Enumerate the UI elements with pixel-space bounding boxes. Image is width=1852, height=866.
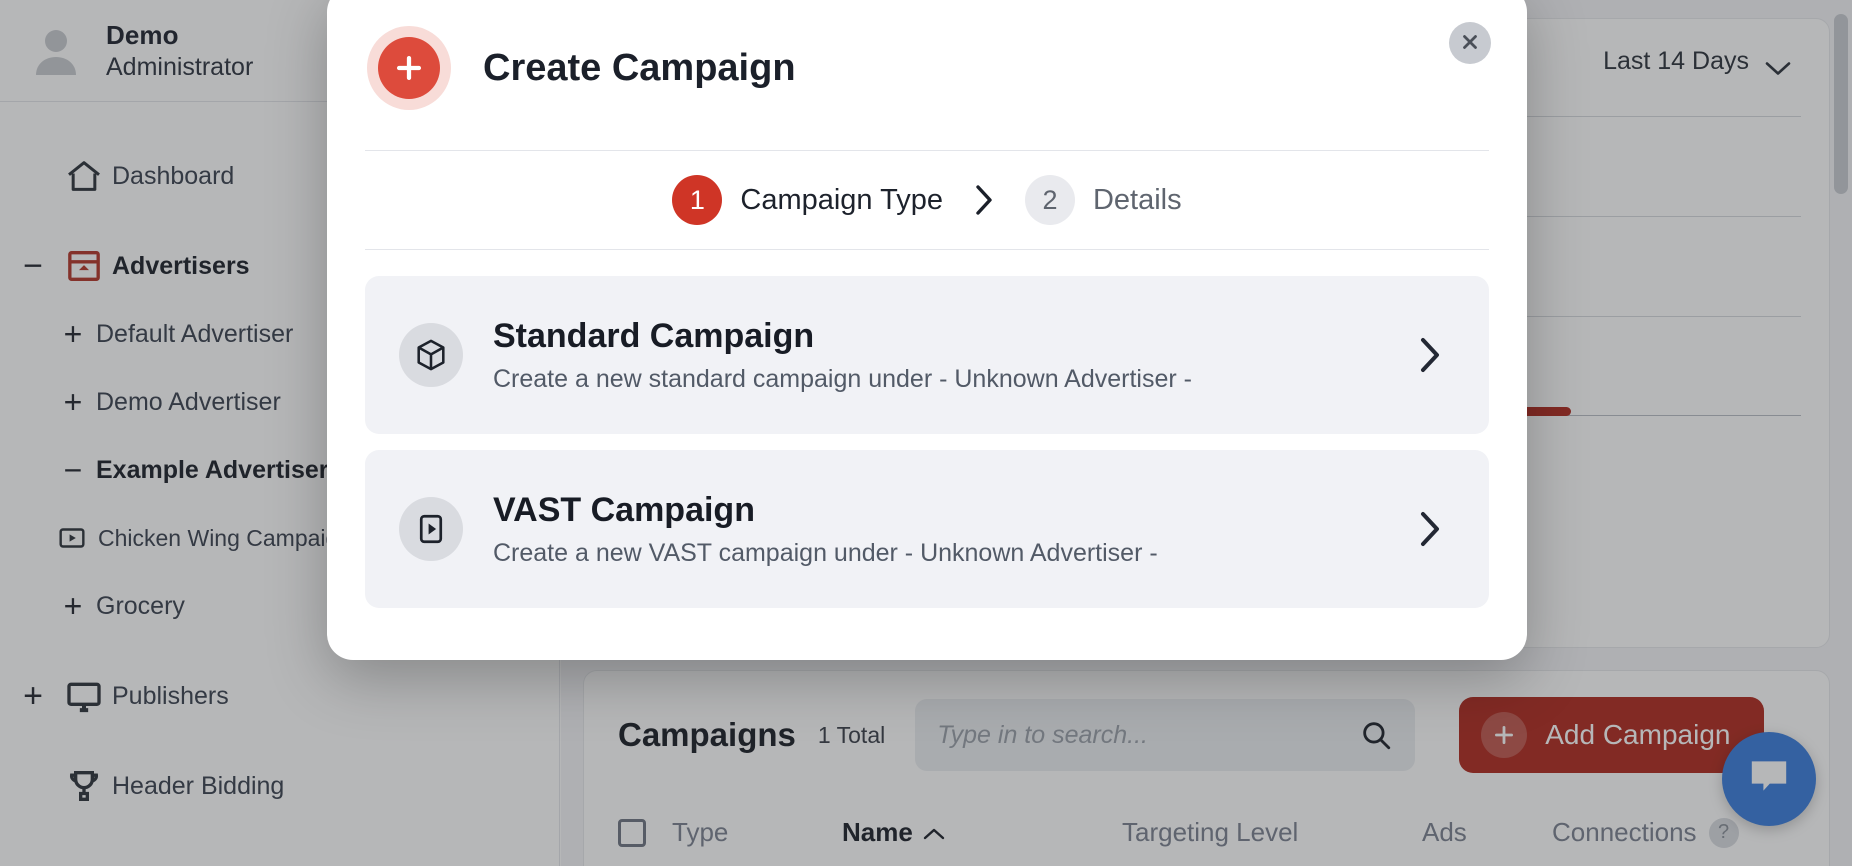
plus-icon [378,37,440,99]
option-subtitle: Create a new standard campaign under - U… [493,364,1192,393]
option-text: Standard Campaign Create a new standard … [493,317,1413,394]
option-vast-campaign[interactable]: VAST Campaign Create a new VAST campaign… [365,450,1489,608]
option-title: Standard Campaign [493,316,815,355]
cube-icon [399,323,463,387]
close-icon [1459,31,1481,56]
step-campaign-type[interactable]: 1 Campaign Type [672,175,943,225]
modal-header: Create Campaign [365,0,1489,150]
app-root: Demo Administrator Dashboard − Advertise… [0,0,1852,866]
close-button[interactable] [1449,22,1491,64]
option-subtitle: Create a new VAST campaign under - Unkno… [493,538,1158,567]
step-label: Details [1092,183,1182,216]
chevron-right-icon [1413,335,1447,375]
chevron-right-icon [973,183,995,217]
modal-title: Create Campaign [483,46,796,89]
option-standard-campaign[interactable]: Standard Campaign Create a new standard … [365,276,1489,434]
option-title: VAST Campaign [493,490,755,529]
step-label: Campaign Type [740,183,943,216]
step-number: 1 [672,175,723,225]
step-number: 2 [1024,175,1075,225]
campaign-type-options: Standard Campaign Create a new standard … [365,250,1489,608]
plus-circle-icon [367,26,451,110]
chevron-right-icon [1413,509,1447,549]
video-play-icon [399,497,463,561]
step-indicator: 1 Campaign Type 2 Details [365,151,1489,249]
option-text: VAST Campaign Create a new VAST campaign… [493,491,1413,568]
create-campaign-modal: Create Campaign 1 Campaign Type 2 Detail… [327,0,1527,660]
step-details[interactable]: 2 Details [1024,175,1182,225]
